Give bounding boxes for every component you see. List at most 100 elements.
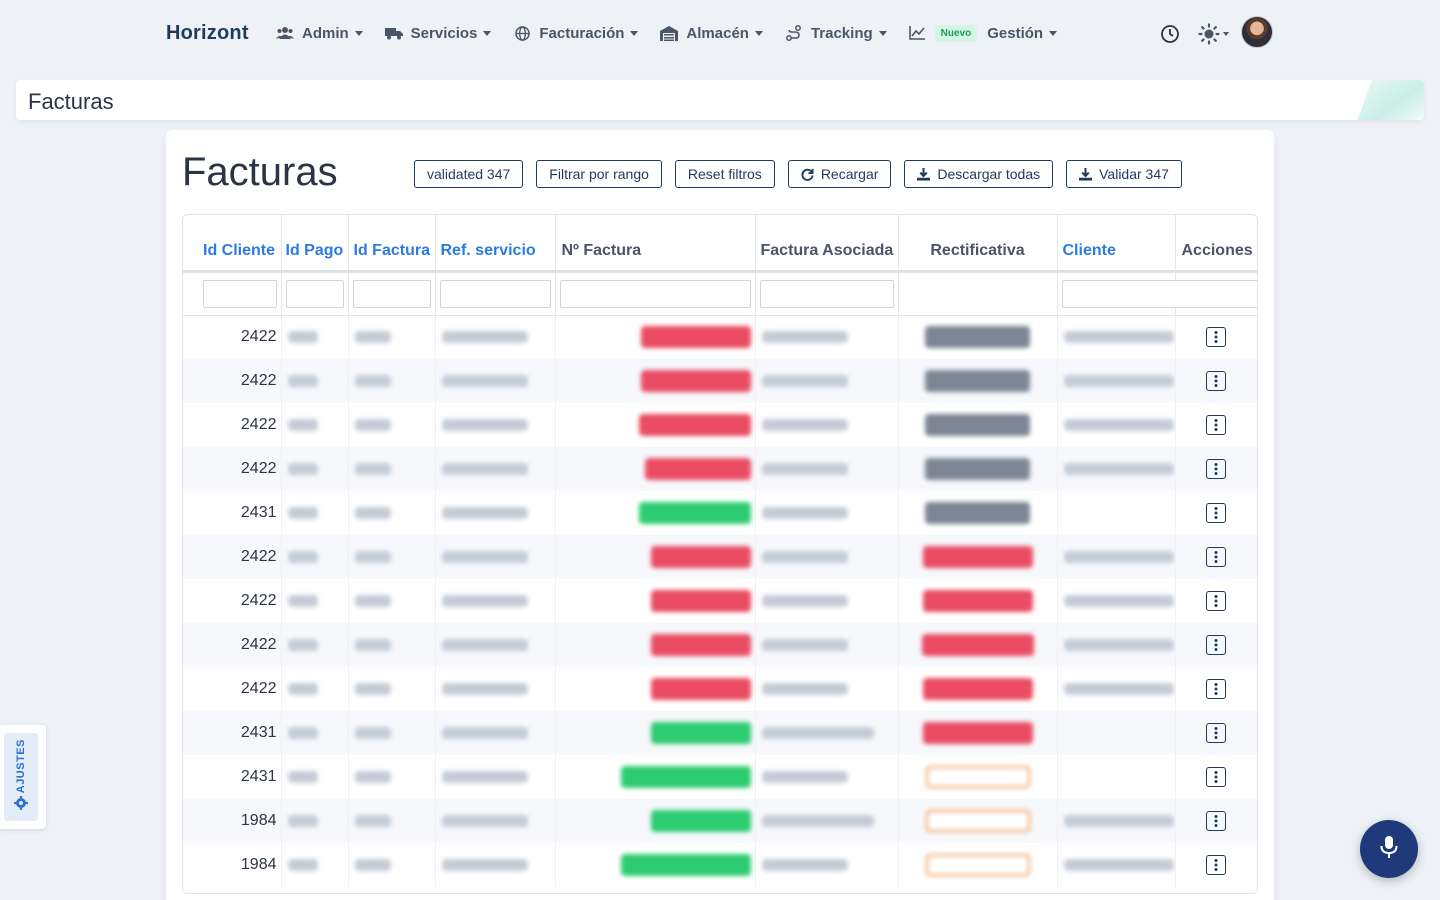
row-actions-menu-icon[interactable] <box>1206 679 1226 699</box>
reset-filters-button[interactable]: Reset filtros <box>674 160 775 188</box>
cell-cliente <box>1057 491 1176 535</box>
rectificativa-badge[interactable] <box>922 590 1033 612</box>
cell-id-pago <box>281 623 349 667</box>
filter-id-cliente-input[interactable] <box>203 279 277 308</box>
row-actions-menu-icon[interactable] <box>1206 371 1226 391</box>
filter-cliente-input[interactable] <box>1061 279 1257 308</box>
col-id-cliente[interactable]: Id Cliente <box>183 215 282 273</box>
rectificativa-badge[interactable] <box>925 458 1030 480</box>
invoice-number-badge[interactable] <box>650 722 751 744</box>
rectificativa-badge[interactable] <box>922 722 1033 744</box>
blurred-value <box>441 726 528 739</box>
row-actions-menu-icon[interactable] <box>1206 767 1226 787</box>
blurred-value <box>441 331 528 344</box>
users-icon <box>276 24 294 42</box>
cell-id-cliente: 2422 <box>183 579 282 623</box>
row-actions-menu-icon[interactable] <box>1206 591 1226 611</box>
row-actions-menu-icon[interactable] <box>1206 327 1226 348</box>
blurred-value <box>441 814 528 827</box>
col-cliente[interactable]: Cliente <box>1057 215 1176 273</box>
download-all-button[interactable]: Descargar todas <box>904 160 1054 188</box>
cell-rectificativa <box>898 623 1058 667</box>
cell-id-factura <box>348 535 436 579</box>
invoice-number-badge[interactable] <box>640 326 751 349</box>
brand-logo[interactable]: Horizont <box>166 22 249 45</box>
invoice-number-badge[interactable] <box>620 766 751 788</box>
filter-n-factura-input[interactable] <box>559 279 751 308</box>
cell-rectificativa <box>898 579 1058 623</box>
nav-almacen[interactable]: Almacén <box>660 24 763 42</box>
invoice-number-badge[interactable] <box>650 546 751 568</box>
rectificativa-badge[interactable] <box>922 678 1033 700</box>
row-actions-menu-icon[interactable] <box>1206 855 1226 875</box>
rectificativa-badge[interactable] <box>925 414 1030 436</box>
blurred-value <box>1063 858 1174 871</box>
validated-button[interactable]: validated 347 <box>414 160 524 188</box>
rectificativa-badge[interactable] <box>925 766 1030 788</box>
nav-gestion[interactable]: Gestión <box>987 25 1058 42</box>
col-id-factura[interactable]: Id Factura <box>348 215 436 273</box>
blurred-value <box>1063 814 1174 827</box>
filter-range-button[interactable]: Filtrar por rango <box>536 160 662 188</box>
row-actions-menu-icon[interactable] <box>1206 723 1226 743</box>
settings-side-tab-inner[interactable]: AJUSTES <box>4 733 38 821</box>
invoice-number-badge[interactable] <box>638 414 751 436</box>
invoice-number-badge[interactable] <box>644 458 751 480</box>
settings-side-tab[interactable]: AJUSTES <box>0 725 46 829</box>
invoice-number-badge[interactable] <box>638 502 751 524</box>
cell-acciones <box>1174 403 1257 447</box>
user-avatar[interactable] <box>1241 16 1273 48</box>
blurred-value <box>354 726 391 739</box>
row-actions-menu-icon[interactable] <box>1206 811 1226 831</box>
nav-facturacion[interactable]: Facturación <box>513 24 639 42</box>
filter-id-pago-input[interactable] <box>285 279 344 308</box>
invoice-number-badge[interactable] <box>650 634 751 656</box>
invoice-number-badge[interactable] <box>650 810 751 832</box>
cell-acciones <box>1174 359 1257 403</box>
nav-tracking[interactable]: Tracking <box>785 24 887 42</box>
cell-id-factura <box>348 799 436 843</box>
cell-id-factura <box>348 491 436 535</box>
filter-id-factura-input[interactable] <box>352 279 431 308</box>
rectificativa-badge[interactable] <box>925 854 1030 876</box>
filter-ref-servicio-input[interactable] <box>439 279 551 308</box>
chevron-down-icon <box>1223 32 1229 36</box>
col-ref-servicio[interactable]: Ref. servicio <box>435 215 556 273</box>
rectificativa-badge[interactable] <box>925 326 1030 349</box>
invoice-number-badge[interactable] <box>650 678 751 700</box>
invoice-number-badge[interactable] <box>620 854 751 876</box>
row-actions-menu-icon[interactable] <box>1206 635 1226 655</box>
refresh-icon <box>801 168 814 181</box>
clock-icon[interactable] <box>1160 24 1180 44</box>
table-row: 2422 <box>183 447 1257 491</box>
cell-ref-servicio <box>435 491 556 535</box>
microphone-button[interactable] <box>1360 820 1418 878</box>
rectificativa-badge[interactable] <box>925 502 1030 524</box>
filter-factura-asociada-input[interactable] <box>759 279 894 308</box>
blurred-value <box>761 594 848 607</box>
nav-admin[interactable]: Admin <box>276 24 363 42</box>
cell-acciones <box>1174 843 1257 887</box>
theme-toggle[interactable] <box>1198 23 1229 45</box>
invoice-number-badge[interactable] <box>650 590 751 612</box>
blurred-value <box>441 418 528 431</box>
nav-servicios[interactable]: Servicios <box>384 24 492 42</box>
invoice-number-badge[interactable] <box>640 370 751 392</box>
reload-button[interactable]: Recargar <box>787 160 892 188</box>
line-chart-icon[interactable] <box>908 26 925 40</box>
row-actions-menu-icon[interactable] <box>1206 459 1226 479</box>
col-id-pago[interactable]: Id Pago <box>281 215 349 273</box>
rectificativa-badge[interactable] <box>921 634 1034 656</box>
cell-id-cliente: 2422 <box>183 315 282 359</box>
row-actions-menu-icon[interactable] <box>1206 503 1226 523</box>
invoices-table: Id Cliente Id Pago Id Factura Ref. servi… <box>183 215 1257 887</box>
rectificativa-badge[interactable] <box>922 546 1033 568</box>
row-actions-menu-icon[interactable] <box>1206 415 1226 435</box>
cell-factura-asociada <box>755 843 899 887</box>
cell-factura-asociada <box>755 623 899 667</box>
rectificativa-badge[interactable] <box>925 370 1030 392</box>
cell-id-cliente: 2422 <box>183 667 282 711</box>
validate-button[interactable]: Validar 347 <box>1066 160 1182 188</box>
row-actions-menu-icon[interactable] <box>1206 547 1226 567</box>
rectificativa-badge[interactable] <box>925 810 1030 832</box>
